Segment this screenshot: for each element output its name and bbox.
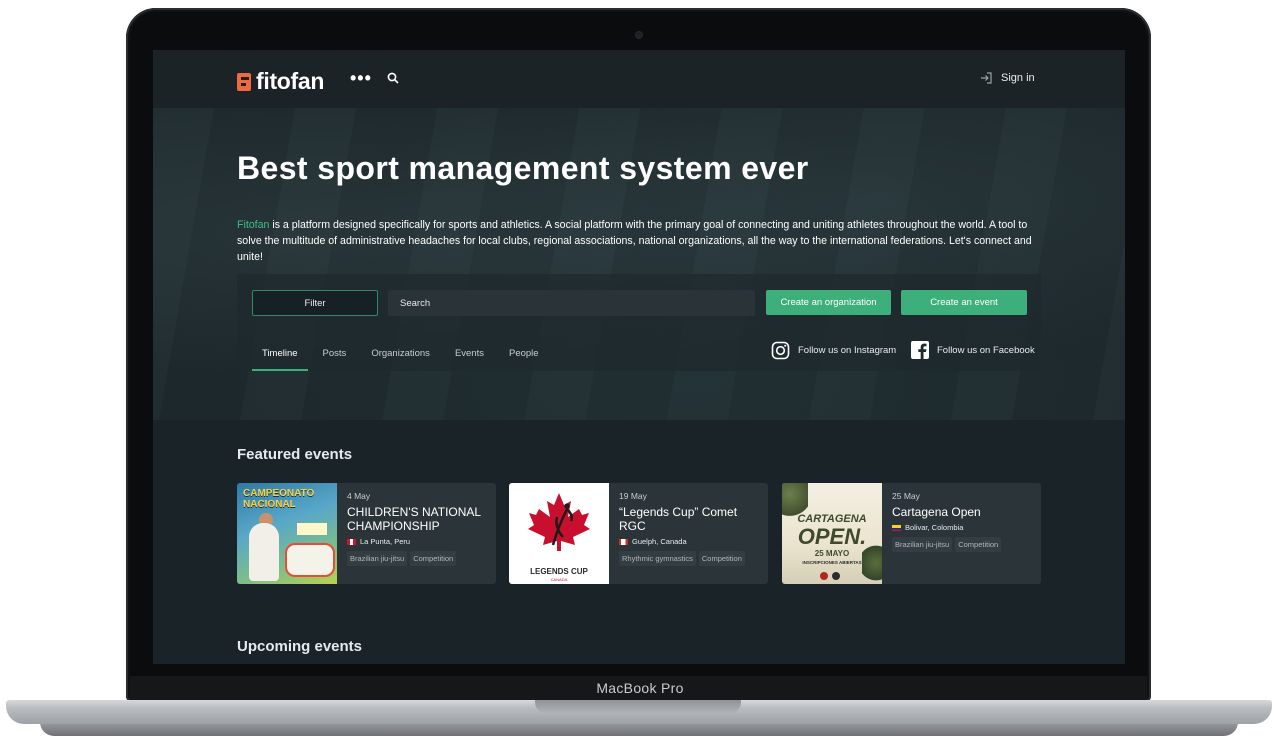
instagram-label: Follow us on Instagram	[798, 345, 897, 356]
event-poster: LEGENDS CUP CANADA	[509, 483, 609, 584]
event-location-text: Guelph, Canada	[632, 537, 687, 546]
event-tags: Rhythmic gymnastics Competition	[619, 551, 760, 566]
tab-people[interactable]: People	[509, 348, 539, 371]
poster-badge	[297, 523, 327, 535]
event-tag[interactable]: Brazilian jiu-jitsu	[347, 551, 408, 566]
event-card[interactable]: CAMPEONATO NACIONAL 4 May CHILDREN'S NAT…	[237, 483, 496, 584]
tab-organizations[interactable]: Organizations	[371, 348, 430, 371]
instagram-link[interactable]: Follow us on Instagram	[771, 341, 896, 360]
upcoming-events-heading: Upcoming events	[237, 638, 363, 655]
event-title: Cartagena Open	[892, 505, 981, 519]
event-tag[interactable]: Competition	[410, 551, 457, 566]
tab-timeline[interactable]: Timeline	[252, 348, 308, 371]
tab-events[interactable]: Events	[455, 348, 484, 371]
event-location-text: La Punta, Peru	[360, 537, 411, 546]
event-location: La Punta, Peru	[347, 537, 488, 546]
device-model-label: MacBook Pro	[596, 680, 684, 696]
search-icon[interactable]	[387, 72, 399, 84]
top-header: fitofan ••• Sign in	[153, 50, 1125, 108]
facebook-icon	[911, 341, 929, 359]
poster-info: INSCRIPCIONES ABIERTAS	[802, 560, 862, 565]
event-tag[interactable]: Brazilian jiu-jitsu	[892, 537, 953, 552]
laptop-base-shadow	[40, 722, 1238, 736]
facebook-link[interactable]: Follow us on Facebook	[911, 341, 1035, 359]
peru-flag-icon	[347, 538, 356, 545]
poster-sponsor-logos	[820, 572, 840, 580]
event-tag[interactable]: Competition	[698, 551, 745, 566]
poster-title: CAMPEONATO NACIONAL	[243, 488, 315, 510]
fitofan-logo-icon	[237, 72, 251, 91]
event-poster: CAMPEONATO NACIONAL	[237, 483, 337, 584]
hero-description: Fitofan is a platform designed specifica…	[237, 217, 1037, 265]
more-dots-icon[interactable]: •••	[350, 68, 372, 89]
instagram-icon	[771, 341, 790, 360]
logo[interactable]: fitofan	[237, 68, 324, 95]
event-card[interactable]: CARTAGENA OPEN. 25 MAYO INSCRIPCIONES AB…	[782, 483, 1041, 584]
event-title: CHILDREN'S NATIONAL CHAMPIONSHIP	[347, 505, 481, 533]
canada-flag-icon	[619, 538, 628, 545]
laptop-notch	[535, 700, 741, 714]
event-location-text: Bolivar, Colombia	[905, 523, 964, 532]
brand-link[interactable]: Fitofan	[237, 219, 269, 231]
event-date: 19 May	[619, 491, 647, 501]
event-title: “Legends Cup” Comet RGC	[619, 505, 738, 533]
search-input[interactable]: Search	[388, 290, 755, 316]
colombia-flag-icon	[892, 524, 901, 531]
create-event-button[interactable]: Create an event	[901, 290, 1027, 315]
poster-title: LEGENDS CUP	[530, 567, 588, 576]
event-tags: Brazilian jiu-jitsu Competition	[347, 551, 488, 566]
event-card[interactable]: LEGENDS CUP CANADA 19 May “Legends Cup” …	[509, 483, 768, 584]
poster-title-large: OPEN.	[797, 524, 867, 549]
event-location: Guelph, Canada	[619, 537, 760, 546]
create-organization-button[interactable]: Create an organization	[766, 290, 891, 315]
screen: fitofan ••• Sign in Best sport managemen…	[153, 50, 1125, 664]
tab-posts[interactable]: Posts	[323, 348, 347, 371]
event-card-body: 4 May CHILDREN'S NATIONAL CHAMPIONSHIP L…	[347, 491, 488, 566]
sign-in-icon	[981, 72, 992, 84]
camera-dot	[636, 32, 642, 38]
hero-description-text: is a platform designed specifically for …	[237, 219, 1032, 263]
event-tag[interactable]: Competition	[955, 537, 1002, 552]
poster-figure	[249, 523, 279, 581]
event-location: Bolivar, Colombia	[892, 523, 1033, 532]
poster-date: 25 MAYO	[814, 549, 850, 558]
sign-in-label: Sign in	[1001, 72, 1035, 84]
featured-events-heading: Featured events	[237, 446, 353, 463]
event-tags: Brazilian jiu-jitsu Competition	[892, 537, 1033, 552]
event-date: 4 May	[347, 491, 371, 501]
event-tag[interactable]: Rhythmic gymnastics	[619, 551, 696, 566]
facebook-label: Follow us on Facebook	[937, 344, 1035, 356]
event-card-body: 25 May Cartagena Open Bolivar, Colombia …	[892, 491, 1033, 552]
poster-subtitle: CANADA	[550, 577, 568, 582]
maple-leaf-icon	[528, 493, 590, 551]
event-poster: CARTAGENA OPEN. 25 MAYO INSCRIPCIONES AB…	[782, 483, 882, 584]
action-panel: Filter Search Create an organization Cre…	[237, 274, 1041, 371]
tab-bar: Timeline Posts Organizations Events Peop…	[252, 348, 564, 371]
sign-in-button[interactable]: Sign in	[979, 71, 1035, 85]
event-card-body: 19 May “Legends Cup” Comet RGC Guelph, C…	[619, 491, 760, 566]
event-date: 25 May	[892, 491, 920, 501]
filter-button[interactable]: Filter	[252, 290, 378, 316]
logo-text: fitofan	[256, 68, 325, 94]
poster-note	[285, 543, 335, 577]
hero-title: Best sport management system ever	[237, 150, 809, 186]
